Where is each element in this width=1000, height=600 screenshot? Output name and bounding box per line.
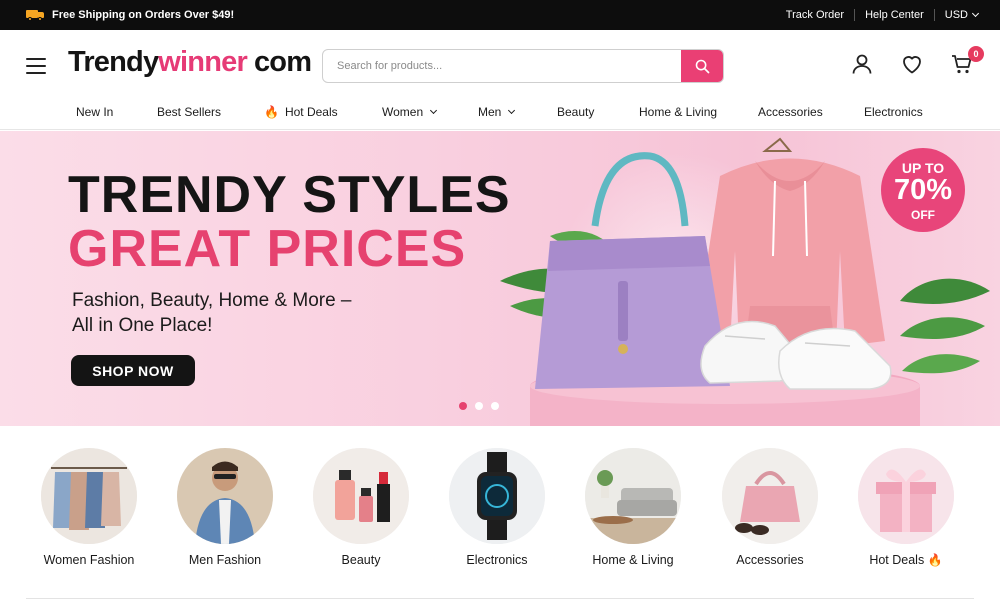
search-input[interactable] [323, 50, 683, 82]
gift-box-icon [858, 448, 954, 544]
discount-suffix: OFF [911, 208, 935, 222]
section-divider [26, 598, 974, 599]
nav-label: Men [478, 105, 502, 119]
fire-icon: 🔥 [927, 553, 943, 567]
category-image [313, 448, 409, 544]
category-image [41, 448, 137, 544]
track-order-link[interactable]: Track Order [776, 9, 854, 21]
chevron-down-icon [508, 106, 516, 115]
chevron-down-icon [430, 106, 438, 115]
logo-word-1: Trendy [68, 46, 159, 78]
category-label: Beauty [341, 553, 381, 567]
search-bar [322, 49, 724, 83]
category-beauty[interactable]: Beauty [293, 448, 429, 567]
man-portrait-icon [177, 448, 273, 544]
category-label: Women Fashion [43, 553, 135, 567]
carousel-dot-2[interactable] [475, 402, 483, 410]
nav-label: Electronics [864, 105, 923, 119]
category-image [585, 448, 681, 544]
discount-value: 70% [893, 174, 953, 206]
help-center-link[interactable]: Help Center [855, 9, 934, 21]
nav-item-beauty[interactable]: Beauty [557, 105, 594, 119]
heart-icon [903, 56, 921, 74]
category-hot-deals[interactable]: Hot Deals 🔥 [838, 448, 974, 567]
clothes-rack-icon [41, 448, 137, 544]
sofa-icon [585, 448, 681, 544]
nav-item-women[interactable]: Women [382, 105, 438, 119]
search-icon [695, 59, 709, 73]
nav-item-new-in[interactable]: New In [76, 105, 113, 119]
menu-icon[interactable] [26, 58, 46, 74]
cart-count-badge: 0 [968, 46, 984, 62]
category-label: Hot Deals [869, 553, 925, 567]
free-shipping-text: Free Shipping on Orders Over $49! [52, 9, 235, 21]
category-label: Men Fashion [188, 553, 262, 567]
category-electronics[interactable]: Electronics [429, 448, 565, 567]
search-button[interactable] [681, 50, 723, 82]
wishlist-button[interactable] [900, 52, 924, 76]
shop-now-button[interactable]: SHOP NOW [71, 355, 195, 386]
nav-label: Women [382, 105, 424, 119]
announcement-bar: Free Shipping on Orders Over $49! Track … [0, 0, 1000, 30]
site-logo[interactable]: Trendywinner com [68, 46, 312, 79]
smartwatch-icon [449, 448, 545, 544]
user-icon [852, 54, 872, 74]
nav-label: Accessories [758, 105, 823, 119]
chevron-down-icon [971, 9, 980, 18]
nav-item-hot-deals[interactable]: 🔥 Hot Deals [264, 105, 338, 119]
nav-item-best-sellers[interactable]: Best Sellers [157, 105, 221, 119]
hero-subtitle-line-2: All in One Place! [72, 314, 213, 336]
cosmetics-icon [313, 448, 409, 544]
category-image [449, 448, 545, 544]
category-image [858, 448, 954, 544]
hero-subtitle: Fashion, Beauty, Home & More – All in On… [72, 289, 392, 338]
cart-button[interactable]: 0 [950, 46, 984, 76]
nav-label: Home & Living [639, 105, 718, 119]
account-button[interactable] [850, 52, 874, 76]
category-image [177, 448, 273, 544]
carousel-dots [459, 402, 499, 410]
bag-icon [722, 448, 818, 544]
truck-icon [26, 9, 44, 21]
handbag [535, 152, 730, 389]
nav-label: Best Sellers [157, 105, 222, 119]
category-women-fashion[interactable]: Women Fashion [21, 448, 157, 567]
hero-banner: TRENDY STYLES GREAT PRICES Fashion, Beau… [0, 131, 1000, 426]
nav-item-home-living[interactable]: Home & Living [639, 105, 717, 119]
logo-word-3: com [253, 46, 312, 78]
discount-badge: UP TO 70% OFF [881, 148, 965, 232]
nav-item-accessories[interactable]: Accessories [758, 105, 823, 119]
hero-headline-1: TRENDY STYLES [68, 166, 511, 224]
nav-label: Beauty [557, 105, 595, 119]
category-label: Accessories [736, 553, 804, 567]
logo-word-2: winner [158, 46, 247, 78]
nav-label: New In [76, 105, 114, 119]
nav-item-men[interactable]: Men [478, 105, 516, 119]
nav-item-electronics[interactable]: Electronics [864, 105, 923, 119]
leaf-right [900, 278, 990, 374]
category-men-fashion[interactable]: Men Fashion [157, 448, 293, 567]
carousel-dot-1[interactable] [459, 402, 467, 410]
nav-label: Hot Deals [284, 105, 338, 119]
site-header: Trendywinnercom 0 [0, 30, 1000, 100]
category-strip: Women Fashion Men Fashion Beauty Electro… [0, 426, 1000, 600]
category-home-living[interactable]: Home & Living [565, 448, 701, 567]
currency-selector[interactable]: USD [935, 9, 980, 21]
category-label: Home & Living [592, 553, 674, 567]
main-nav: New In Best Sellers 🔥 Hot Deals Women Men… [0, 100, 1000, 130]
currency-label: USD [944, 9, 968, 21]
category-accessories[interactable]: Accessories [702, 448, 838, 567]
carousel-dot-3[interactable] [491, 402, 499, 410]
category-image [722, 448, 818, 544]
free-shipping-notice: Free Shipping on Orders Over $49! [26, 9, 234, 21]
category-label: Electronics [466, 553, 528, 567]
hero-subtitle-line-1: Fashion, Beauty, Home & More – [72, 290, 352, 311]
category-label-hot-deals: Hot Deals 🔥 [838, 553, 974, 567]
fire-icon: 🔥 [264, 105, 279, 119]
hero-headline-2: GREAT PRICES [68, 220, 467, 278]
